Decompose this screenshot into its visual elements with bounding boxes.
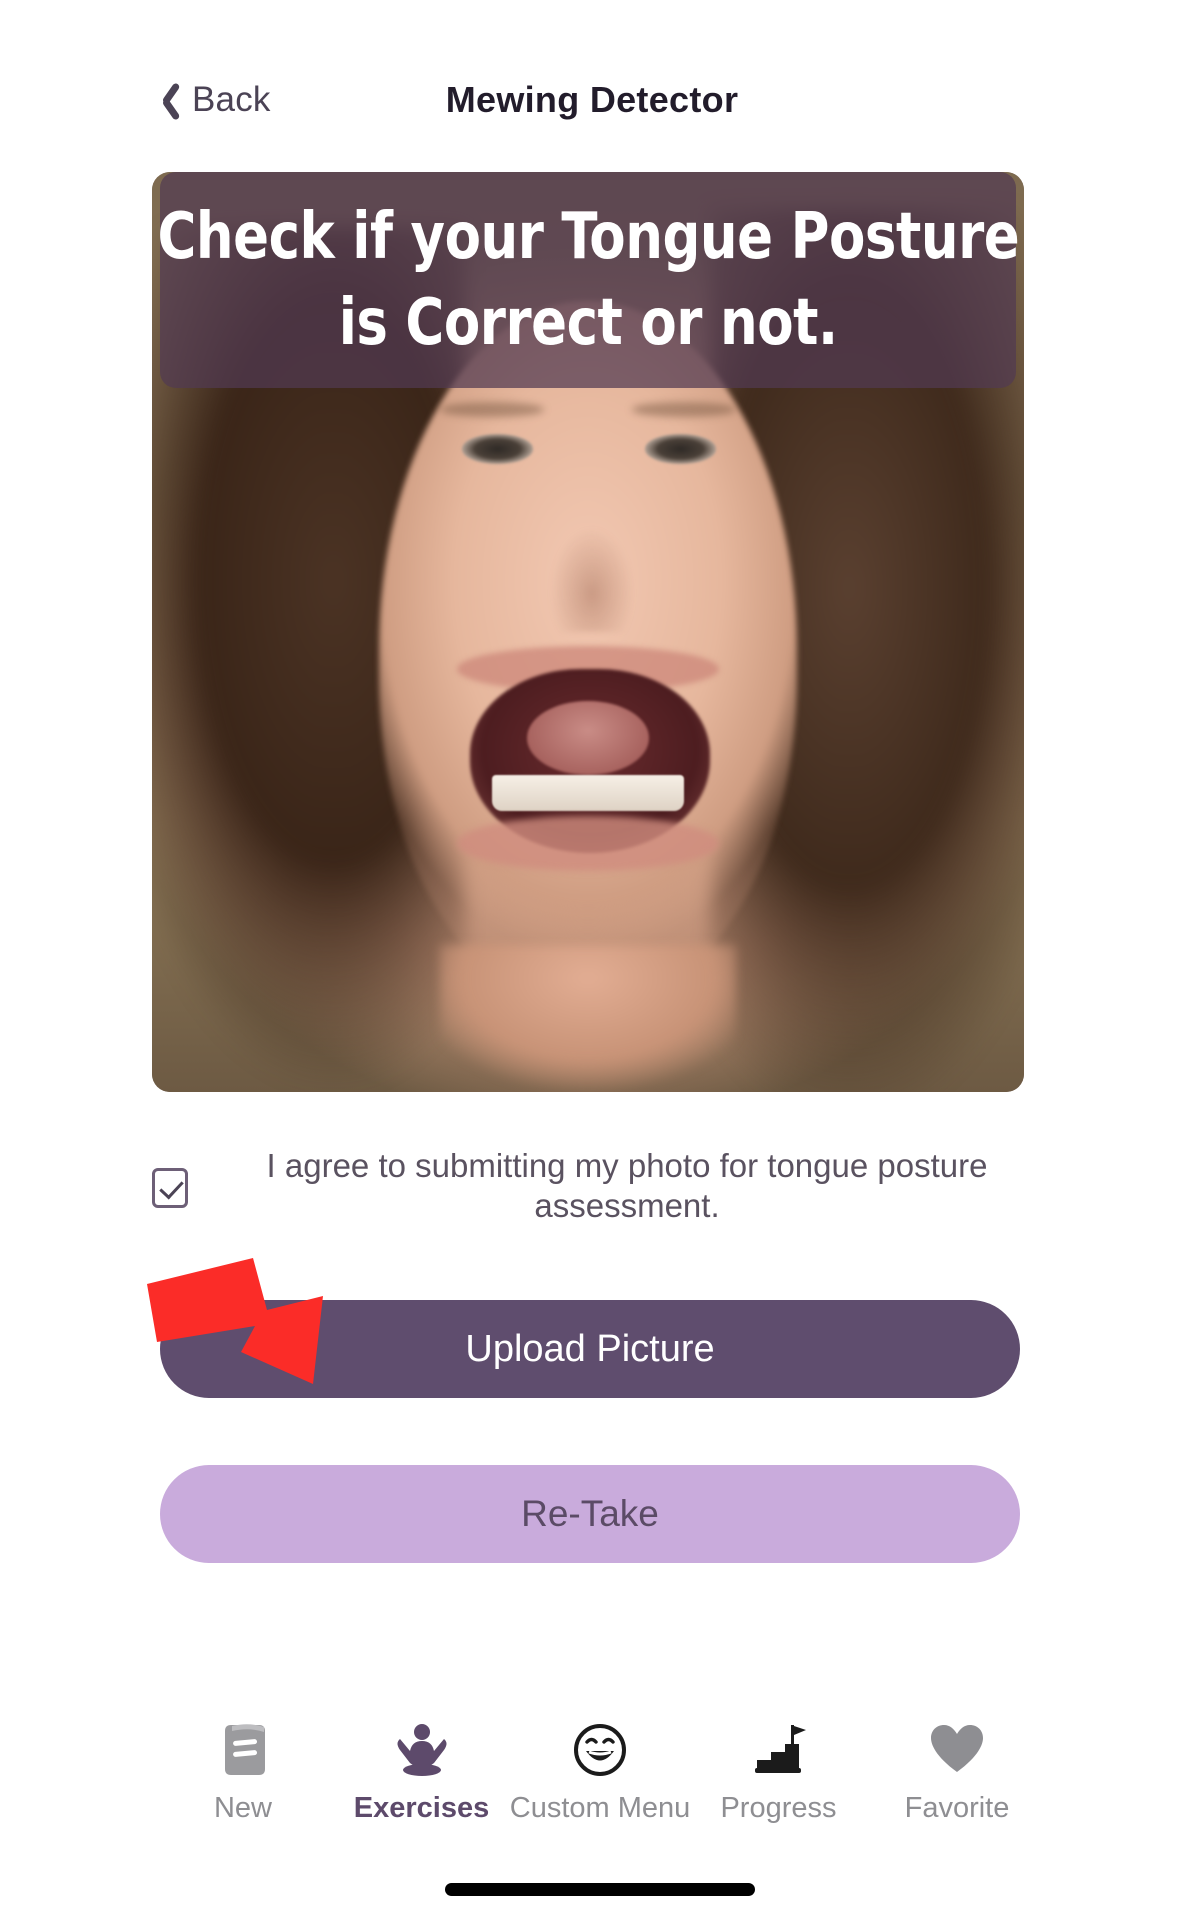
tab-progress[interactable]: Progress	[704, 1722, 854, 1825]
photo-detail-brow-right	[631, 402, 737, 417]
home-indicator	[445, 1883, 755, 1896]
tab-new[interactable]: New	[168, 1722, 318, 1825]
chevron-left-icon	[152, 80, 178, 120]
photo-detail-brow-left	[439, 402, 545, 417]
photo-banner-line-1: Check if your Tongue Posture	[157, 200, 1019, 274]
photo-detail-eye-left	[461, 434, 534, 464]
photo-detail-lower-lip	[457, 816, 719, 872]
photo-detail-neck	[439, 944, 737, 1092]
app-screen: Back Mewing Detector Check if your Tongu…	[0, 0, 1200, 1920]
book-icon	[219, 1722, 267, 1778]
consent-label: I agree to submitting my photo for tongu…	[266, 1147, 988, 1225]
photo-detail-eye-right	[644, 434, 717, 464]
tab-progress-label: Progress	[720, 1792, 837, 1824]
tab-favorite-label: Favorite	[904, 1792, 1010, 1824]
upload-picture-button[interactable]: Upload Picture	[160, 1300, 1020, 1398]
page-title: Mewing Detector	[445, 79, 739, 120]
tab-exercises[interactable]: Exercises	[347, 1722, 497, 1825]
photo-banner-line-2: is Correct or not.	[338, 286, 838, 360]
meditation-figure-icon	[394, 1722, 450, 1778]
tab-custom-menu-label: Custom Menu	[509, 1792, 691, 1824]
photo-detail-teeth	[492, 774, 684, 812]
heart-icon	[929, 1722, 985, 1778]
retake-button[interactable]: Re-Take	[160, 1465, 1020, 1563]
back-button[interactable]: Back	[152, 80, 271, 120]
bottom-tab-bar: New Exercises Custom Menu Progress Favor…	[0, 1722, 1200, 1852]
nav-header: Back Mewing Detector	[152, 60, 1032, 140]
smiley-face-icon	[573, 1722, 627, 1778]
photo-preview[interactable]: Check if your Tongue Posture is Correct …	[152, 172, 1024, 1092]
stairs-flag-icon	[751, 1722, 807, 1778]
consent-row: I agree to submitting my photo for tongu…	[152, 1146, 1032, 1227]
consent-checkbox[interactable]	[152, 1168, 188, 1208]
back-button-label: Back	[192, 80, 271, 119]
tab-new-label: New	[213, 1792, 272, 1824]
tab-favorite[interactable]: Favorite	[882, 1722, 1032, 1825]
photo-banner: Check if your Tongue Posture is Correct …	[157, 172, 1019, 388]
tab-custom-menu[interactable]: Custom Menu	[510, 1722, 690, 1825]
photo-detail-nose	[544, 503, 641, 632]
photo-detail-tongue	[526, 701, 650, 775]
tab-exercises-label: Exercises	[353, 1792, 490, 1824]
